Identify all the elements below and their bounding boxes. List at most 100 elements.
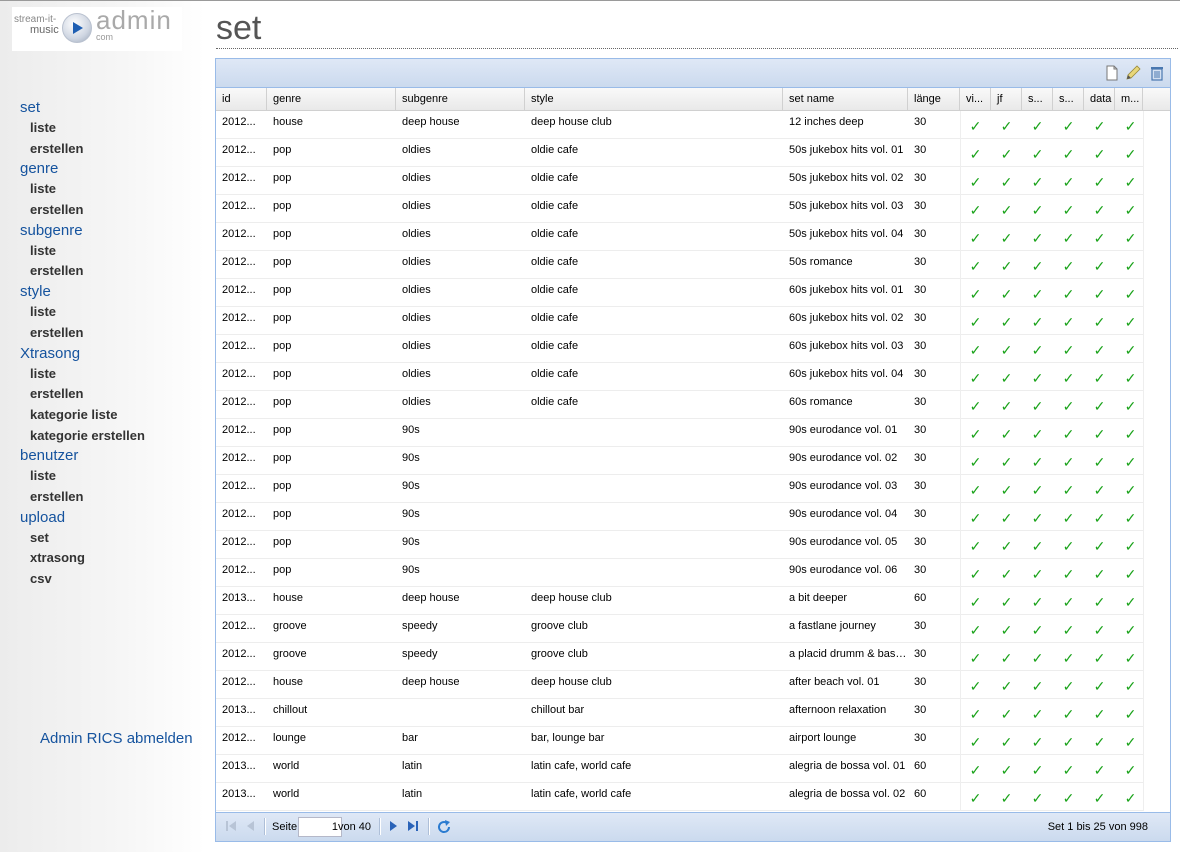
column-header[interactable]: genre [267, 88, 396, 110]
table-row[interactable]: 2012... house deep house deep house club aft… [216, 671, 1143, 699]
nav-section-benutzer[interactable]: benutzer [20, 446, 200, 466]
cell-genre: pop [273, 228, 292, 240]
check-icon: ✓ [1062, 510, 1075, 526]
table-row[interactable]: 2012... groove speedy groove club a placid d… [216, 643, 1143, 671]
nav-item-xtrasong-liste[interactable]: liste [20, 364, 200, 385]
nav-section-subgenre[interactable]: subgenre [20, 221, 200, 241]
column-header[interactable]: s... [1022, 88, 1053, 110]
table-row[interactable]: 2012... pop oldies oldie cafe 50s jukebox hi… [216, 139, 1143, 167]
nav-section-xtrasong[interactable]: Xtrasong [20, 344, 200, 364]
table-row[interactable]: 2013... house deep house deep house club a b… [216, 587, 1143, 615]
first-page-icon[interactable] [224, 819, 238, 836]
column-header[interactable]: vi... [960, 88, 991, 110]
table-row[interactable]: 2012... pop 90s 90s eurodance vol. 01 30 ✓ ✓ ✓ ✓… [216, 419, 1143, 447]
cell-set-name: 60s jukebox hits vol. 02 [789, 312, 904, 324]
nav-item-style-liste[interactable]: liste [20, 302, 200, 323]
table-row[interactable]: 2012... pop 90s 90s eurodance vol. 04 30 ✓ ✓ ✓ ✓… [216, 503, 1143, 531]
table-row[interactable]: 2012... pop oldies oldie cafe 60s romance 30 ✓… [216, 391, 1143, 419]
check-icon: ✓ [1124, 146, 1137, 162]
table-row[interactable]: 2013... world latin latin cafe, world cafe a… [216, 755, 1143, 783]
column-header[interactable]: s... [1053, 88, 1084, 110]
nav-item-xtrasong-kategorie-erstellen[interactable]: kategorie erstellen [20, 426, 200, 447]
nav-item-xtrasong-erstellen[interactable]: erstellen [20, 384, 200, 405]
next-page-icon[interactable] [386, 819, 400, 836]
table-row[interactable]: 2012... pop 90s 90s eurodance vol. 03 30 ✓ ✓ ✓ ✓… [216, 475, 1143, 503]
table-row[interactable]: 2013... chillout chillout bar afternoon rel… [216, 699, 1143, 727]
page-number-input[interactable] [298, 817, 342, 837]
check-icon: ✓ [1124, 622, 1137, 638]
nav-item-genre-liste[interactable]: liste [20, 179, 200, 200]
last-page-icon[interactable] [406, 819, 420, 836]
nav-item-subgenre-liste[interactable]: liste [20, 241, 200, 262]
cell-subgenre: oldies [402, 256, 431, 268]
table-row[interactable]: 2012... pop 90s 90s eurodance vol. 05 30 ✓ ✓ ✓ ✓… [216, 531, 1143, 559]
logo[interactable]: stream-it- music admin com [12, 7, 182, 51]
check-icon: ✓ [1000, 650, 1013, 666]
prev-page-icon[interactable] [244, 819, 258, 836]
column-header[interactable]: style [525, 88, 783, 110]
table-row[interactable]: 2012... house deep house deep house club 12 … [216, 111, 1143, 139]
delete-trash-icon[interactable] [1149, 65, 1165, 81]
cell-genre: pop [273, 480, 292, 492]
table-row[interactable]: 2012... pop oldies oldie cafe 60s jukebox hi… [216, 363, 1143, 391]
cell-id: 2012... [222, 396, 256, 408]
check-icon: ✓ [1062, 174, 1075, 190]
column-header[interactable]: jf [991, 88, 1022, 110]
edit-pencil-icon[interactable] [1125, 65, 1141, 81]
nav-item-benutzer-erstellen[interactable]: erstellen [20, 487, 200, 508]
table-row[interactable]: 2012... groove speedy groove club a fastlane… [216, 615, 1143, 643]
nav-item-xtrasong-kategorie-liste[interactable]: kategorie liste [20, 405, 200, 426]
check-icon: ✓ [1062, 454, 1075, 470]
table-row[interactable]: 2012... pop oldies oldie cafe 60s jukebox hi… [216, 279, 1143, 307]
check-icon: ✓ [1062, 202, 1075, 218]
new-document-icon[interactable] [1104, 65, 1120, 81]
cell-set-name: 90s eurodance vol. 01 [789, 424, 898, 436]
column-header[interactable]: set name [783, 88, 908, 110]
refresh-icon[interactable] [436, 819, 452, 838]
table-row[interactable]: 2012... pop oldies oldie cafe 50s jukebox hi… [216, 223, 1143, 251]
check-icon: ✓ [1093, 118, 1106, 134]
table-row[interactable]: 2012... pop oldies oldie cafe 60s jukebox hi… [216, 307, 1143, 335]
column-header[interactable]: id [216, 88, 267, 110]
column-header[interactable]: subgenre [396, 88, 525, 110]
table-row[interactable]: 2012... pop 90s 90s eurodance vol. 06 30 ✓ ✓ ✓ ✓… [216, 559, 1143, 587]
column-header[interactable]: länge [908, 88, 960, 110]
cell-genre: chillout [273, 704, 308, 716]
nav-section-style[interactable]: style [20, 282, 200, 302]
column-header[interactable]: data [1084, 88, 1115, 110]
nav-item-benutzer-liste[interactable]: liste [20, 466, 200, 487]
cell-set-name: 90s eurodance vol. 05 [789, 536, 898, 548]
table-row[interactable]: 2012... pop 90s 90s eurodance vol. 02 30 ✓ ✓ ✓ ✓… [216, 447, 1143, 475]
check-icon: ✓ [1124, 482, 1137, 498]
check-icon: ✓ [1000, 314, 1013, 330]
table-row[interactable]: 2012... lounge bar bar, lounge bar airport l… [216, 727, 1143, 755]
nav-item-upload-csv[interactable]: csv [20, 569, 200, 590]
cell-genre: pop [273, 424, 292, 436]
table-row[interactable]: 2012... pop oldies oldie cafe 60s jukebox hi… [216, 335, 1143, 363]
logout-link[interactable]: Admin RICS abmelden [40, 730, 193, 747]
check-icon: ✓ [1000, 538, 1013, 554]
check-icon: ✓ [1124, 342, 1137, 358]
nav-section-genre[interactable]: genre [20, 159, 200, 179]
nav-item-upload-set[interactable]: set [20, 528, 200, 549]
check-icon: ✓ [969, 174, 982, 190]
nav-item-genre-erstellen[interactable]: erstellen [20, 200, 200, 221]
check-icon: ✓ [1124, 538, 1137, 554]
nav-item-style-erstellen[interactable]: erstellen [20, 323, 200, 344]
column-header[interactable]: m... [1115, 88, 1143, 110]
table-row[interactable]: 2012... pop oldies oldie cafe 50s jukebox hi… [216, 167, 1143, 195]
nav-item-subgenre-erstellen[interactable]: erstellen [20, 261, 200, 282]
cell-subgenre: oldies [402, 144, 431, 156]
nav-section-upload[interactable]: upload [20, 508, 200, 528]
check-icon: ✓ [1093, 202, 1106, 218]
cell-länge: 30 [914, 732, 927, 744]
table-row[interactable]: 2013... world latin latin cafe, world cafe a… [216, 783, 1143, 811]
nav-section-set[interactable]: set [20, 98, 200, 118]
table-row[interactable]: 2012... pop oldies oldie cafe 50s romance 30 ✓… [216, 251, 1143, 279]
cell-subgenre: speedy [402, 648, 438, 660]
page-count-label: von 40 [338, 821, 372, 833]
nav-item-upload-xtrasong[interactable]: xtrasong [20, 548, 200, 569]
nav-item-set-liste[interactable]: liste [20, 118, 200, 139]
table-row[interactable]: 2012... pop oldies oldie cafe 50s jukebox hi… [216, 195, 1143, 223]
nav-item-set-erstellen[interactable]: erstellen [20, 139, 200, 160]
